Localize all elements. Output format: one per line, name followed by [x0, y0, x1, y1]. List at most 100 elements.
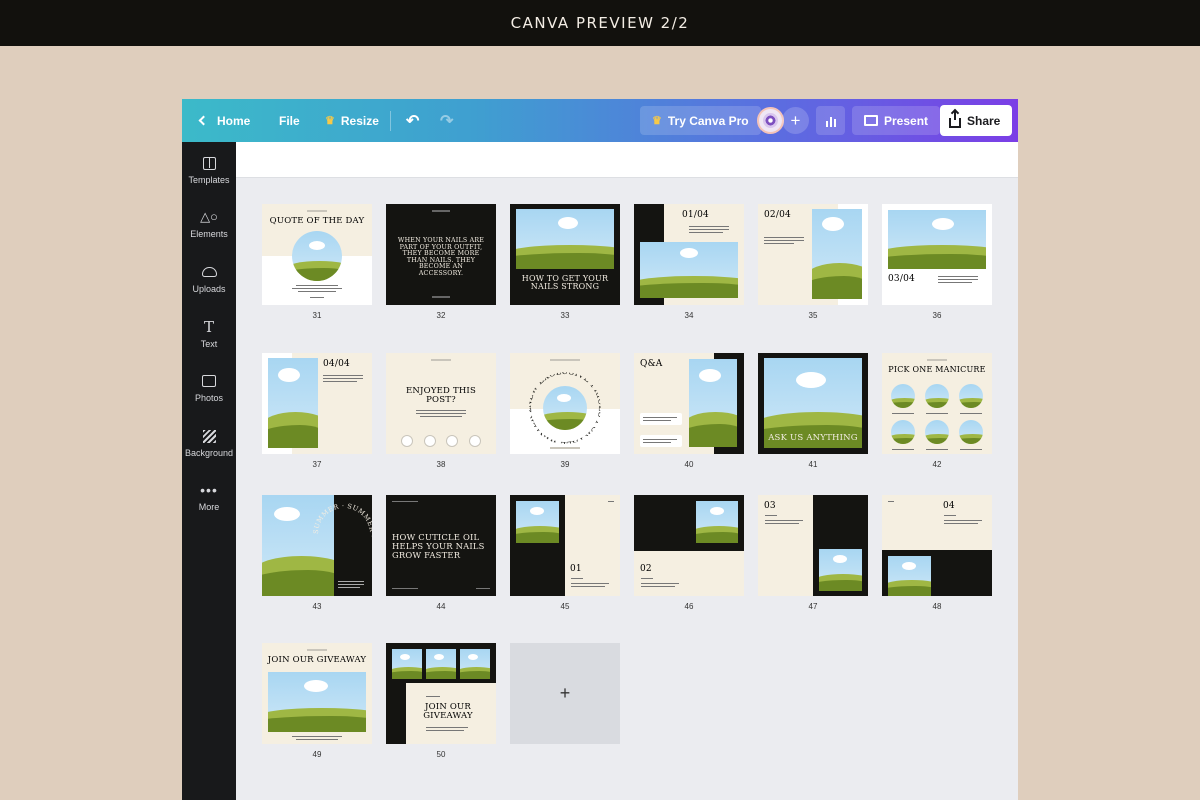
page-preview[interactable]: ENJOYED THIS POST?: [386, 353, 496, 454]
page-preview[interactable]: PICK ONE MANICURE: [882, 353, 992, 454]
upload-cloud-icon: [201, 267, 217, 277]
page-headline: 03: [764, 501, 776, 511]
page-preview[interactable]: 03/04: [882, 204, 992, 305]
file-menu-button[interactable]: File: [279, 99, 300, 142]
page-thumbnail-46[interactable]: 02 46: [634, 495, 744, 611]
page-preview[interactable]: HOW TO GET YOUR NAILS STRONG: [510, 204, 620, 305]
page-headline: JOIN OUR GIVEAWAY: [267, 655, 367, 665]
hill: [891, 401, 915, 408]
page-number: 35: [808, 311, 818, 320]
sidebar-item-label: Elements: [190, 229, 228, 239]
landscape-image: [292, 231, 342, 281]
page-preview[interactable]: 01/04: [634, 204, 744, 305]
sidebar-item-photos[interactable]: Photos: [182, 372, 236, 403]
resize-button[interactable]: ♛ Resize: [325, 99, 379, 142]
text-line: [296, 739, 338, 740]
page-headline: ENJOYED THIS POST?: [406, 386, 477, 405]
page-number: 48: [932, 602, 942, 611]
page-thumbnail-37[interactable]: 04/04 37: [262, 353, 372, 469]
page-thumbnail-50[interactable]: JOIN OUR GIVEAWAY 50: [386, 643, 496, 759]
sidebar-item-label: Photos: [194, 393, 224, 403]
sidebar-item-text[interactable]: T Text: [182, 318, 236, 349]
present-button[interactable]: Present: [852, 106, 941, 135]
cloud: [400, 654, 410, 660]
landscape-image: [460, 649, 490, 679]
page-preview[interactable]: QUOTE OF THE DAY: [262, 204, 372, 305]
page-thumbnail-38[interactable]: ENJOYED THIS POST? 38: [386, 353, 496, 469]
text-line: [888, 501, 894, 502]
page-thumbnail-34[interactable]: 01/04 34: [634, 204, 744, 320]
cloud: [557, 394, 571, 402]
page-number: 47: [808, 602, 818, 611]
page-thumbnail-41[interactable]: ASK US ANYTHING 41: [758, 353, 868, 469]
page-thumbnail-35[interactable]: 02/04 35: [758, 204, 868, 320]
page-preview[interactable]: JOIN OUR GIVEAWAY: [262, 643, 372, 744]
undo-button[interactable]: ↶: [406, 99, 419, 142]
user-avatar[interactable]: [757, 107, 784, 134]
share-icon: [469, 435, 481, 447]
page-preview[interactable]: 04/04: [262, 353, 372, 454]
page-thumbnail-31[interactable]: QUOTE OF THE DAY 31: [262, 204, 372, 320]
text-line: [764, 240, 804, 241]
text-line: [426, 696, 440, 697]
page-preview[interactable]: Q&A: [634, 353, 744, 454]
cloud: [822, 217, 844, 231]
page-thumbnail-49[interactable]: JOIN OUR GIVEAWAY 49: [262, 643, 372, 759]
text-line: [392, 588, 418, 589]
sidebar-item-background[interactable]: Background: [182, 427, 236, 458]
page-thumbnail-33[interactable]: HOW TO GET YOUR NAILS STRONG 33: [510, 204, 620, 320]
share-upload-icon: [949, 109, 961, 128]
page-thumbnail-39[interactable]: NEW EXCLUSIVE PRICES FOR FALL WINTER 202…: [510, 353, 620, 469]
page-thumbnail-47[interactable]: 03 47: [758, 495, 868, 611]
try-canva-pro-button[interactable]: ♛ Try Canva Pro: [640, 106, 761, 135]
add-collaborator-button[interactable]: +: [782, 107, 809, 134]
cloud: [304, 680, 328, 692]
page-preview[interactable]: ASK US ANYTHING: [758, 353, 868, 454]
text-line: [432, 210, 450, 212]
page-preview[interactable]: WHEN YOUR NAILS ARE PART OF YOUR OUTFIT,…: [386, 204, 496, 305]
insights-button[interactable]: [816, 106, 845, 135]
page-preview[interactable]: 02: [634, 495, 744, 596]
home-button[interactable]: Home: [198, 99, 250, 142]
page-thumbnail-36[interactable]: 03/04 36: [882, 204, 992, 320]
text-line: [765, 523, 799, 524]
page-thumbnail-45[interactable]: 01 45: [510, 495, 620, 611]
present-screen-icon: [864, 115, 878, 126]
redo-button[interactable]: ↷: [440, 99, 453, 142]
page-number: 32: [436, 311, 446, 320]
page-preview[interactable]: 02/04: [758, 204, 868, 305]
landscape-image: [888, 210, 986, 269]
page-thumbnail-40[interactable]: Q&A 40: [634, 353, 744, 469]
sidebar-item-templates[interactable]: Templates: [182, 154, 236, 185]
share-button[interactable]: Share: [940, 105, 1012, 136]
text-line: [431, 359, 451, 361]
hill: [640, 283, 738, 298]
add-page-button[interactable]: +: [510, 643, 620, 744]
page-number: 49: [312, 750, 322, 759]
page-thumbnail-43[interactable]: SUMMER · SUMMER · 43: [262, 495, 372, 611]
page-preview[interactable]: NEW EXCLUSIVE PRICES FOR FALL WINTER 202…: [510, 353, 620, 454]
page-preview[interactable]: JOIN OUR GIVEAWAY: [386, 643, 496, 744]
page-preview[interactable]: HOW CUTICLE OIL HELPS YOUR NAILS GROW FA…: [386, 495, 496, 596]
page-preview[interactable]: 03: [758, 495, 868, 596]
page-thumbnail-42[interactable]: PICK ONE MANICURE 42: [882, 353, 992, 469]
sidebar-item-elements[interactable]: △○ Elements: [182, 208, 236, 239]
page-thumbnail-32[interactable]: WHEN YOUR NAILS ARE PART OF YOUR OUTFIT,…: [386, 204, 496, 320]
editor-toolbar: Home File ♛ Resize ↶ ↷ ♛ Try Canva Pro +: [182, 99, 1018, 142]
sidebar-item-uploads[interactable]: Uploads: [182, 263, 236, 294]
landscape-image: [888, 556, 931, 596]
page-thumbnail-48[interactable]: 04 48: [882, 495, 992, 611]
page-preview[interactable]: 01: [510, 495, 620, 596]
bar-chart-icon-bar: [833, 119, 836, 127]
text-line: [764, 243, 794, 244]
add-page-tile[interactable]: +: [510, 643, 620, 744]
hill: [543, 418, 587, 430]
chevron-left-icon: [198, 115, 209, 126]
sidebar-item-more[interactable]: ••• More: [182, 481, 236, 512]
page-preview[interactable]: SUMMER · SUMMER ·: [262, 495, 372, 596]
page-thumbnail-44[interactable]: HOW CUTICLE OIL HELPS YOUR NAILS GROW FA…: [386, 495, 496, 611]
page-preview[interactable]: 04: [882, 495, 992, 596]
page-headline: WHEN YOUR NAILS ARE PART OF YOUR OUTFIT,…: [397, 237, 485, 278]
text-line: [416, 413, 466, 414]
cloud: [833, 555, 847, 563]
